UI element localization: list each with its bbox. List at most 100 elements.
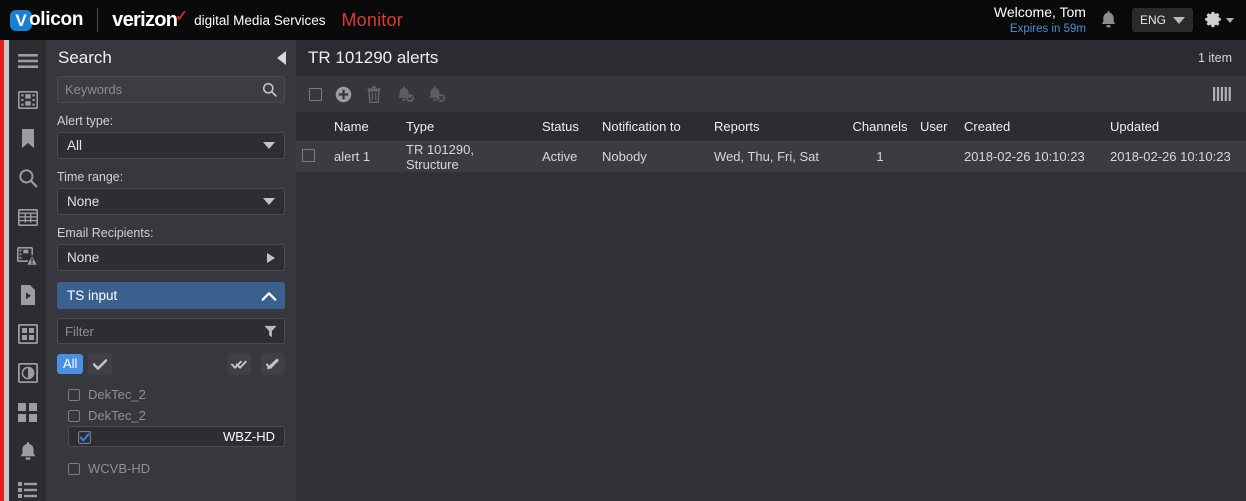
ts-item-label: DekTec_2 — [88, 387, 146, 402]
ts-item-checkbox[interactable] — [68, 409, 80, 422]
alert-type-select[interactable]: All — [57, 132, 285, 159]
gear-icon — [1205, 11, 1221, 28]
time-range-value: None — [67, 194, 100, 209]
enable-alert-button[interactable] — [395, 84, 415, 104]
search-icon[interactable] — [262, 82, 277, 97]
chevron-right-icon — [267, 252, 275, 263]
list-item[interactable]: WBZ-HD — [68, 426, 285, 447]
settings-menu-button[interactable] — [1205, 11, 1238, 29]
main-content: TR 101290 alerts 1 item Name Type Status… — [296, 40, 1246, 501]
search-icon — [18, 169, 37, 188]
header-right-controls: Welcome, Tom Expires in 59m ENG — [994, 4, 1246, 36]
brand-subtitle: digital Media Services — [194, 12, 326, 28]
bookmark-icon — [21, 129, 34, 148]
columns-icon — [1213, 87, 1231, 101]
user-welcome-block[interactable]: Welcome, Tom Expires in 59m — [994, 4, 1086, 36]
list-item[interactable]: WCVB-HD — [68, 458, 285, 479]
ts-item-label: DekTec_2 — [88, 408, 146, 423]
ts-item-checkbox[interactable] — [68, 462, 80, 475]
session-expiry-label[interactable]: Expires in 59m — [994, 22, 1086, 36]
column-settings-button[interactable] — [1212, 84, 1232, 104]
keywords-field[interactable] — [57, 76, 285, 103]
cell-type: TR 101290, Structure — [400, 141, 536, 173]
chevron-down-icon — [263, 142, 275, 149]
bell-x-icon — [428, 86, 445, 103]
column-header-notification-to[interactable]: Notification to — [596, 112, 708, 142]
column-header-name[interactable]: Name — [328, 112, 400, 142]
ts-filter-input[interactable] — [65, 323, 264, 339]
chevron-down-small-icon — [1226, 17, 1234, 23]
collapse-left-icon[interactable] — [277, 51, 286, 65]
sidebar-item-quality[interactable] — [16, 362, 40, 384]
column-header-user[interactable]: User — [914, 112, 958, 142]
column-header-channels[interactable]: Channels — [846, 112, 914, 142]
table-row[interactable]: alert 1 TR 101290, Structure Active Nobo… — [296, 141, 1246, 173]
page-title: TR 101290 alerts — [308, 48, 439, 67]
search-input[interactable] — [65, 82, 262, 97]
trash-icon — [367, 85, 381, 103]
ts-select-all-button[interactable] — [227, 353, 251, 375]
sidebar-item-bookmarks[interactable] — [16, 128, 40, 150]
alerts-table: Name Type Status Notification to Reports… — [296, 112, 1246, 173]
select-all-checkbox[interactable] — [309, 87, 322, 101]
time-range-label: Time range: — [57, 170, 124, 184]
sidebar-item-table[interactable] — [16, 206, 40, 228]
sidebar-item-alerts[interactable] — [16, 440, 40, 462]
language-selector[interactable]: ENG — [1131, 8, 1193, 32]
sidebar-item-menu[interactable] — [16, 50, 40, 72]
cell-reports: Wed, Thu, Fri, Sat — [708, 141, 846, 173]
sidebar-item-reports[interactable] — [16, 479, 40, 501]
ts-all-badge[interactable]: All — [57, 354, 84, 374]
cell-user — [914, 141, 958, 173]
row-select-cell[interactable] — [296, 141, 328, 173]
ts-clear-all-button[interactable] — [261, 353, 285, 375]
ts-input-title: TS input — [67, 288, 118, 303]
sidebar-item-layouts[interactable] — [16, 323, 40, 345]
bell-check-icon — [397, 86, 414, 103]
funnel-icon[interactable] — [264, 325, 277, 338]
search-panel-title: Search — [58, 48, 112, 67]
sidebar-item-media[interactable] — [16, 89, 40, 111]
logo-divider — [97, 8, 99, 32]
sidebar-item-clips[interactable] — [16, 284, 40, 306]
column-header-created[interactable]: Created — [958, 112, 1104, 142]
email-recipients-select[interactable]: None — [57, 244, 285, 271]
ts-item-label: WBZ-HD — [223, 429, 275, 444]
item-count-label: 1 item — [1197, 51, 1232, 65]
table-header-row: Name Type Status Notification to Reports… — [296, 112, 1246, 142]
verizon-brand-text: verizon — [112, 8, 178, 31]
column-header-type[interactable]: Type — [400, 112, 536, 142]
alert-type-value: All — [67, 138, 83, 153]
column-header-updated[interactable]: Updated — [1104, 112, 1246, 142]
ts-filter-field[interactable] — [57, 318, 285, 344]
ts-input-section-header[interactable]: TS input — [57, 282, 285, 309]
sidebar-item-media-alerts[interactable] — [16, 245, 40, 267]
delete-alert-button[interactable] — [364, 84, 384, 104]
icon-rail — [9, 40, 46, 501]
ts-check-button[interactable] — [88, 353, 113, 375]
add-alert-button[interactable] — [333, 84, 353, 104]
alerts-toolbar — [296, 76, 1246, 112]
bell-icon[interactable] — [1098, 7, 1120, 33]
list-item[interactable]: DekTec_2 — [68, 405, 285, 426]
list-icon — [18, 482, 37, 498]
search-panel: Search Alert type: All Time range: None … — [46, 40, 296, 501]
row-checkbox[interactable] — [302, 148, 315, 162]
sidebar-item-multiview[interactable] — [16, 401, 40, 423]
check-icon — [93, 358, 108, 370]
ts-item-checkbox[interactable] — [68, 388, 80, 401]
search-panel-header: Search — [46, 40, 296, 76]
column-header-reports[interactable]: Reports — [708, 112, 846, 142]
column-header-status[interactable]: Status — [536, 112, 596, 142]
ts-item-checkbox-checked[interactable] — [78, 430, 91, 444]
column-header-select[interactable] — [296, 112, 328, 142]
language-label: ENG — [1139, 13, 1166, 27]
list-item[interactable]: DekTec_2 — [68, 384, 285, 405]
ts-input-list: DekTec_2 DekTec_2 WBZ-HD WCVB-HD — [57, 384, 285, 479]
volicon-logo[interactable]: V olicon — [0, 9, 83, 31]
disable-alert-button[interactable] — [426, 84, 446, 104]
sidebar-item-search[interactable] — [16, 167, 40, 189]
time-range-select[interactable]: None — [57, 188, 285, 215]
cell-status: Active — [536, 141, 596, 173]
four-squares-icon — [18, 402, 37, 422]
